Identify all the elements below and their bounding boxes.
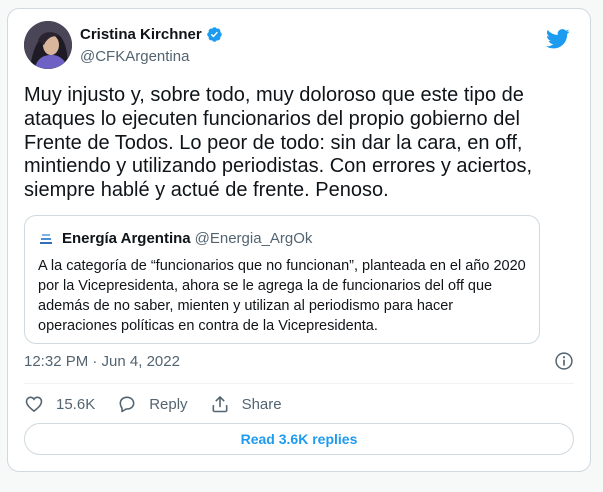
author-handle[interactable]: @CFKArgentina xyxy=(80,48,189,65)
author-name[interactable]: Cristina Kirchner xyxy=(80,26,202,43)
share-button[interactable]: Share xyxy=(210,394,282,414)
reply-button[interactable]: Reply xyxy=(117,394,188,414)
heart-icon xyxy=(25,396,43,413)
tweet-header: Cristina Kirchner @CFKArgentina xyxy=(24,21,574,73)
share-icon xyxy=(212,396,228,413)
twitter-bird-icon[interactable] xyxy=(546,29,570,49)
like-count: 15.6K xyxy=(56,395,96,413)
quoted-tweet[interactable]: Energía Argentina @Energia_ArgOk A la ca… xyxy=(24,215,540,344)
read-replies-label: Read 3.6K replies xyxy=(240,431,358,447)
reply-icon xyxy=(119,396,135,413)
quoted-author-name: Energía Argentina xyxy=(62,230,191,247)
reply-label: Reply xyxy=(149,395,188,413)
tweet-embed-card: Cristina Kirchner @CFKArgentina Muy inju… xyxy=(7,8,591,472)
like-button[interactable]: 15.6K xyxy=(24,394,95,414)
verified-badge-icon xyxy=(206,27,222,42)
info-icon[interactable] xyxy=(554,351,574,371)
tweet-actions: 15.6K Reply Share xyxy=(24,392,304,416)
tweet-text: Muy injusto y, sobre todo, muy doloroso … xyxy=(24,84,538,202)
tweet-timestamp[interactable]: 12:32 PM · Jun 4, 2022 xyxy=(24,353,180,370)
quoted-author-handle: @Energia_ArgOk xyxy=(194,230,313,247)
share-label: Share xyxy=(241,395,282,413)
avatar-photo-icon xyxy=(24,21,72,69)
author-avatar[interactable] xyxy=(24,21,72,69)
quoted-tweet-text: A la categoría de “funcionarios que no f… xyxy=(38,258,526,334)
read-replies-button[interactable]: Read 3.6K replies xyxy=(24,423,574,455)
author-name-row: Cristina Kirchner xyxy=(80,26,223,43)
tweet-meta: 12:32 PM · Jun 4, 2022 xyxy=(24,351,574,371)
divider xyxy=(24,383,574,384)
quoted-tweet-header: Energía Argentina @Energia_ArgOk xyxy=(38,230,312,247)
energia-logo-icon xyxy=(38,230,54,247)
